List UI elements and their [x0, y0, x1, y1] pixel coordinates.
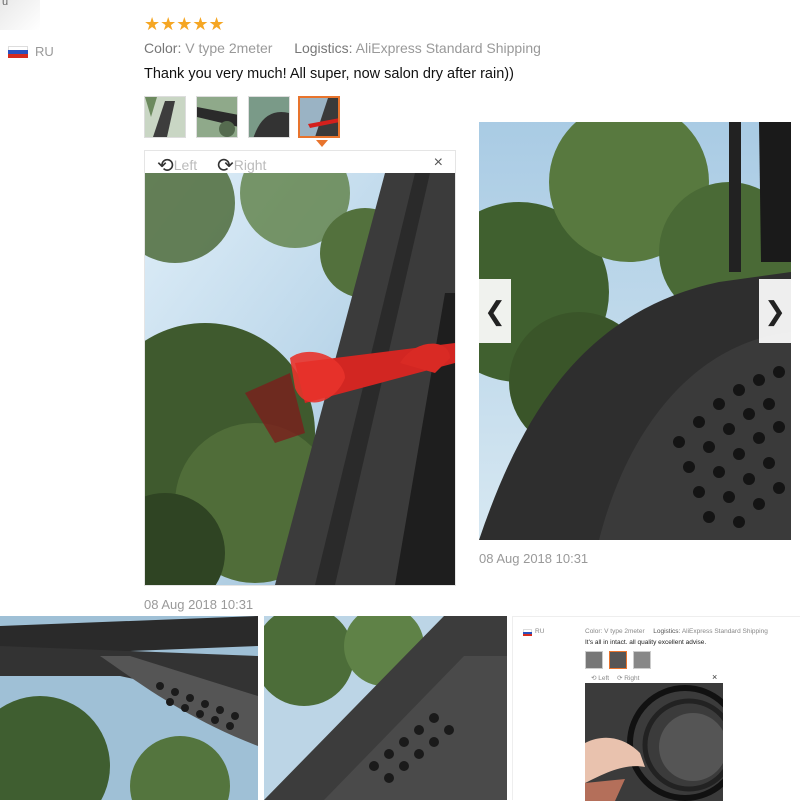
review-thumbnail[interactable] [196, 96, 238, 138]
logistics-value: AliExpress Standard Shipping [355, 40, 541, 56]
image-viewer: ⟲Left ⟳Right × [144, 150, 456, 586]
gallery-date: 08 Aug 2018 10:31 [479, 551, 589, 566]
mini-logistics-value: AliExpress Standard Shipping [681, 628, 768, 635]
selected-thumbnail-pointer [316, 140, 328, 147]
chevron-right-icon: ❯ [764, 295, 786, 326]
close-icon[interactable]: × [434, 154, 443, 172]
mini-flag-icon [523, 629, 532, 636]
nested-review-screenshot: RU Color: V type 2meter Logistics: AliEx… [512, 616, 800, 801]
rotate-left-label: Left [173, 157, 198, 173]
review-meta: Color: V type 2meter Logistics: AliExpre… [144, 40, 541, 56]
bottom-photo-2[interactable] [264, 616, 507, 800]
mini-rotate-right-label: Right [624, 675, 640, 682]
rating-stars: ★★★★★ [144, 14, 225, 34]
mini-thumbnail[interactable] [585, 651, 603, 669]
review-thumbnail[interactable] [144, 96, 186, 138]
mini-rotate-left-label: Left [598, 675, 610, 682]
chevron-left-icon: ❮ [484, 295, 506, 326]
mini-thumbnail-selected[interactable] [609, 651, 627, 669]
reviewer-country: RU [35, 44, 54, 59]
mini-meta: Color: V type 2meter Logistics: AliExpre… [585, 628, 768, 635]
mini-country: RU [535, 628, 545, 635]
viewer-photo[interactable] [145, 173, 455, 585]
bottom-photo-1[interactable] [0, 616, 258, 800]
mini-color-value: V type 2meter [604, 628, 645, 635]
mini-logistics-label: Logistics: [653, 628, 681, 635]
gallery-photo[interactable] [479, 122, 791, 540]
color-value: V type 2meter [185, 40, 273, 56]
rotate-right-label: Right [233, 157, 267, 173]
review-thumbnail-selected[interactable] [298, 96, 340, 138]
gallery-next-button[interactable]: ❯ [759, 279, 791, 343]
mini-photo[interactable] [585, 683, 723, 801]
mini-rotate-left[interactable]: ⟲ Left [591, 674, 609, 682]
mini-rotate-right[interactable]: ⟳ Right [617, 674, 639, 682]
mini-review-text: It's all in intact. all quality excellen… [585, 639, 707, 646]
mini-thumbnail[interactable] [633, 651, 651, 669]
color-label: Color: [144, 40, 182, 56]
viewer-toolbar: ⟲Left ⟳Right × [145, 151, 455, 177]
review-text: Thank you very much! All super, now salo… [144, 66, 514, 82]
corner-text: u [2, 0, 9, 8]
mini-close-icon[interactable]: × [712, 672, 717, 682]
flag-ru-icon [8, 46, 28, 58]
logistics-label: Logistics: [294, 40, 353, 56]
viewer-date: 08 Aug 2018 10:31 [144, 597, 254, 612]
gallery-prev-button[interactable]: ❮ [479, 279, 511, 343]
mini-color-label: Color: [585, 628, 603, 635]
review-thumbnail[interactable] [248, 96, 290, 138]
